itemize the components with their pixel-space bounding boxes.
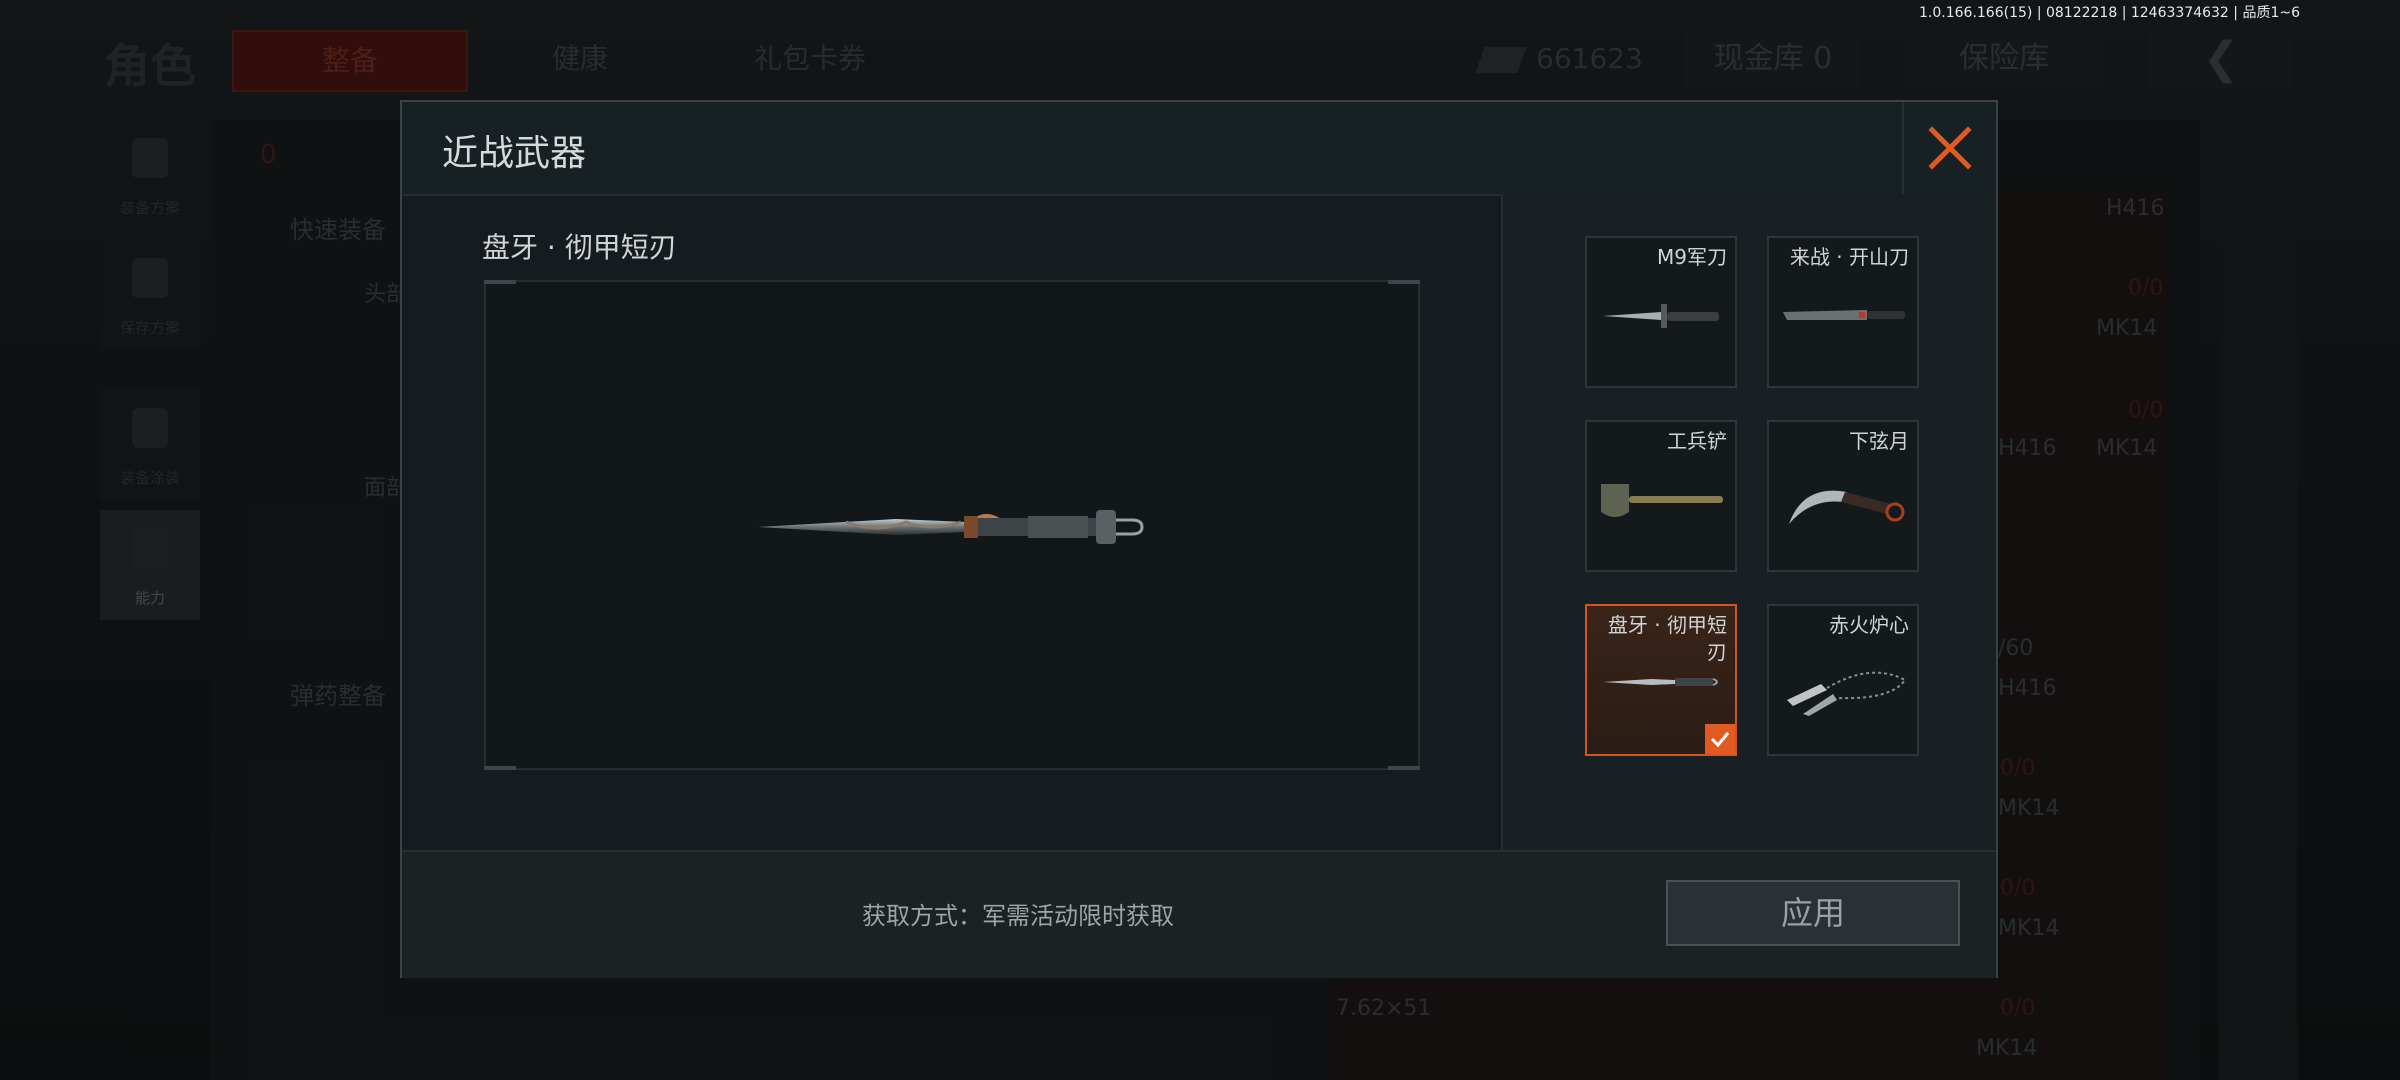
- dialog-header: 近战武器: [402, 102, 1996, 196]
- obtain-method-text: 获取方式：军需活动限时获取: [862, 902, 1174, 930]
- weapon-grid: M9军刀 来战 · 开山刀 工兵铲 下弦月 盘牙 · 彻甲短刃 赤火炉心: [1503, 194, 1996, 850]
- knife-icon: [1603, 304, 1719, 328]
- dialog-footer: 获取方式：军需活动限时获取 应用: [402, 850, 1996, 978]
- weapon-card-shovel[interactable]: 工兵铲: [1585, 420, 1737, 572]
- weapon-card-red-fire-heart[interactable]: 赤火炉心: [1767, 604, 1919, 756]
- apply-button[interactable]: 应用: [1666, 880, 1960, 946]
- weapon-card-name: 赤火炉心: [1829, 613, 1909, 637]
- weapon-card-name: 盘牙 · 彻甲短刃: [1607, 613, 1727, 664]
- weapon-card-name: 工兵铲: [1667, 429, 1727, 453]
- machete-icon: [1783, 310, 1905, 320]
- weapon-card-name: 下弦月: [1849, 429, 1909, 453]
- selected-check-icon: [1705, 724, 1735, 754]
- weapon-card-name: M9军刀: [1657, 245, 1727, 269]
- dagger-icon: [1603, 678, 1718, 686]
- close-icon: [1928, 126, 1972, 170]
- close-button[interactable]: [1902, 102, 1996, 194]
- shovel-icon: [1601, 484, 1723, 517]
- preview-weapon-name: 盘牙 · 彻甲短刃: [482, 231, 677, 264]
- weapon-card-karambit[interactable]: 下弦月: [1767, 420, 1919, 572]
- weapon-card-machete[interactable]: 来战 · 开山刀: [1767, 236, 1919, 388]
- weapon-card-panya-dagger[interactable]: 盘牙 · 彻甲短刃: [1585, 604, 1737, 756]
- version-info: 1.0.166.166(15) | 08122218 | 12463374632…: [1919, 5, 2300, 21]
- weapon-card-m9[interactable]: M9军刀: [1585, 236, 1737, 388]
- weapon-card-name: 来战 · 开山刀: [1789, 245, 1909, 269]
- dialog-title: 近战武器: [442, 133, 587, 174]
- melee-weapon-dialog: 近战武器 盘牙 · 彻甲短刃 M9军刀 来战 · 开山刀 工兵铲 下弦月 盘牙 …: [400, 100, 1998, 978]
- dagger-image: [758, 510, 1144, 544]
- chain-blades-icon: [1787, 671, 1907, 716]
- karambit-icon: [1789, 490, 1905, 524]
- weapon-preview: [484, 280, 1420, 770]
